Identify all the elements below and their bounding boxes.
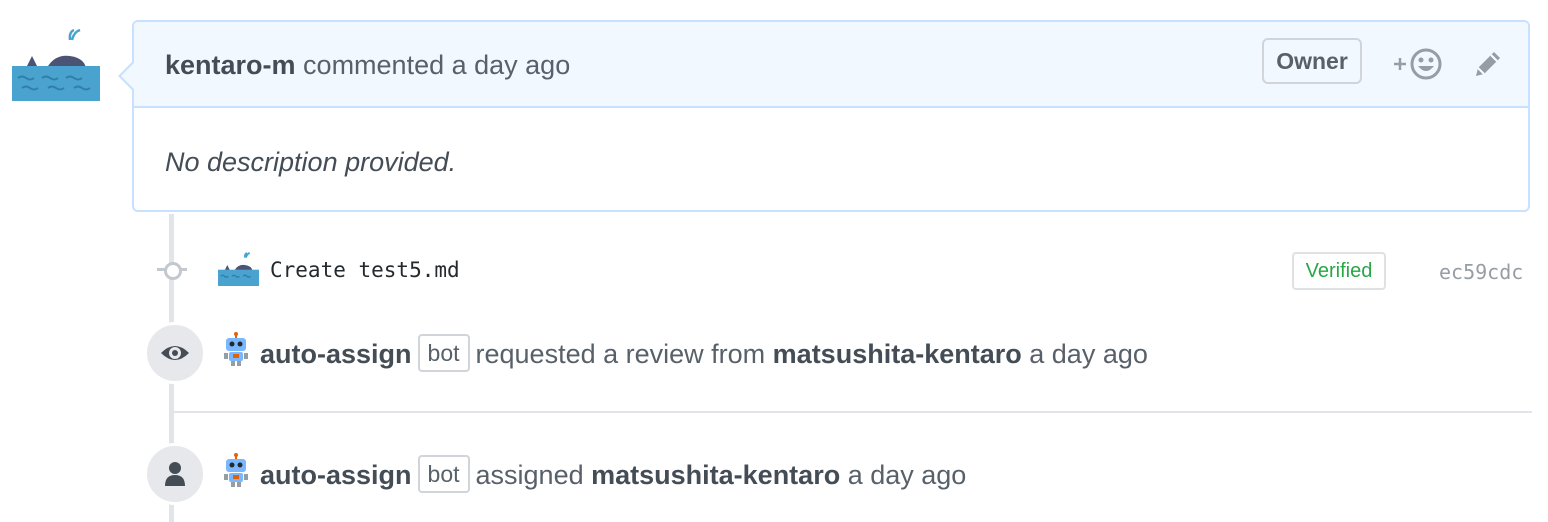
bot-label: bot [417, 455, 470, 493]
comment-box: kentaro-m commented a day ago Owner No d… [118, 20, 1530, 212]
event-action: requested a review from [475, 339, 766, 369]
whale-avatar-icon [218, 252, 259, 286]
git-commit-icon [164, 262, 182, 280]
bot-label: bot [417, 334, 470, 372]
robot-icon [224, 453, 248, 487]
commit-message-link[interactable]: Create test5.md [270, 258, 460, 282]
review-request-event: auto-assign bot requested a review from ma… [0, 322, 1548, 384]
whale-avatar-icon [12, 28, 100, 101]
edit-comment-button[interactable] [1472, 48, 1504, 80]
bot-avatar[interactable] [222, 453, 250, 487]
event-actor-link[interactable]: auto-assign [260, 339, 412, 369]
person-icon [165, 462, 185, 486]
owner-badge: Owner [1262, 38, 1362, 84]
robot-icon [224, 332, 248, 366]
timeline-divider [172, 411, 1532, 413]
commit-author-avatar[interactable] [218, 252, 259, 286]
event-target-link[interactable]: matsushita-kentaro [591, 460, 840, 490]
event-badge [144, 443, 206, 505]
add-reaction-icon [1394, 48, 1442, 80]
event-target-link[interactable]: matsushita-kentaro [773, 339, 1022, 369]
comment-header: kentaro-m commented a day ago Owner [134, 22, 1528, 108]
event-time[interactable]: a day ago [848, 460, 967, 490]
eye-icon [161, 346, 189, 360]
event-text: auto-assign bot assigned matsushita-kentar… [260, 455, 966, 493]
commit-sha-link[interactable]: ec59cdc [1439, 260, 1523, 284]
assigned-event: auto-assign bot assigned matsushita-kentar… [0, 443, 1548, 505]
bot-avatar[interactable] [222, 332, 250, 366]
event-badge [144, 322, 206, 384]
event-actor-link[interactable]: auto-assign [260, 460, 412, 490]
add-reaction-button[interactable] [1390, 46, 1448, 82]
comment-header-text: kentaro-m commented a day ago [165, 50, 570, 81]
comment-body: No description provided. [165, 147, 457, 177]
event-time[interactable]: a day ago [1029, 339, 1148, 369]
event-action: assigned [475, 460, 584, 490]
event-text: auto-assign bot requested a review from ma… [260, 334, 1148, 372]
comment-author-link[interactable]: kentaro-m [165, 50, 296, 80]
verified-badge[interactable]: Verified [1292, 252, 1386, 290]
pencil-icon [1476, 52, 1500, 76]
commit-row: Create test5.md Verified ec59cdc [0, 250, 1548, 294]
author-avatar[interactable] [12, 28, 100, 101]
comment-action-text: commented a day ago [303, 50, 571, 80]
comment-caret-fill [121, 62, 135, 90]
